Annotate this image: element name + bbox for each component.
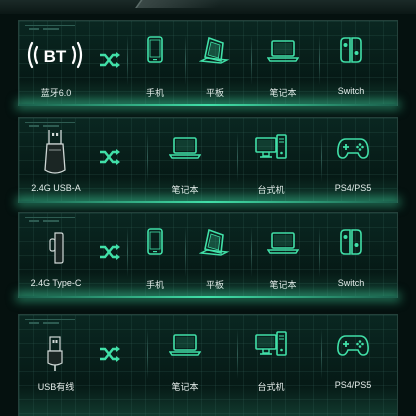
divider — [147, 132, 148, 182]
connection-card-bluetooth: BT 蓝牙6.0 手机 平板 笔记本 Switch — [18, 20, 398, 106]
source-bluetooth: BT 蓝牙6.0 — [19, 21, 93, 107]
device-label: 手机 — [145, 88, 164, 98]
device-label: 平板 — [205, 88, 224, 98]
device-laptop: 笔记本 — [155, 315, 215, 401]
device-laptop: 笔记本 — [253, 21, 313, 107]
switch-console-icon — [335, 35, 367, 65]
device-label: 笔记本 — [171, 185, 199, 195]
bluetooth-5-icon: BT — [27, 33, 83, 77]
source-label: 蓝牙6.0 — [40, 88, 72, 98]
device-label: 手机 — [145, 280, 164, 290]
device-switch: Switch — [321, 21, 381, 107]
device-label: 平板 — [205, 280, 224, 290]
source-usb-a: 2.4G USB-A — [19, 118, 93, 204]
tablet-icon — [199, 227, 231, 257]
source-usb-wired: USB有线 — [19, 315, 93, 401]
laptop-icon — [267, 35, 299, 65]
device-gamepad: PS4/PS5 — [323, 315, 383, 401]
divider — [319, 227, 320, 277]
connection-card-usb-a: 2.4G USB-A 笔记本 台式机 PS4/PS5 — [18, 117, 398, 203]
source-type-c: 2.4G Type-C — [19, 213, 93, 299]
top-decoration — [0, 0, 416, 14]
desktop-pc-icon — [255, 132, 287, 162]
divider — [251, 227, 252, 277]
type-c-receiver-icon — [27, 225, 83, 269]
connection-card-usb-wired: USB有线 笔记本 台式机 PS4/PS5 — [18, 314, 398, 416]
laptop-icon — [169, 329, 201, 359]
device-laptop: 笔记本 — [155, 118, 215, 204]
tablet-icon — [199, 35, 231, 65]
device-switch: Switch — [321, 213, 381, 299]
device-label: 笔记本 — [269, 88, 297, 98]
shuffle-icon — [99, 51, 121, 69]
glow-line — [19, 201, 397, 203]
device-label: 台式机 — [257, 382, 285, 392]
divider — [321, 329, 322, 379]
shuffle-icon — [99, 345, 121, 363]
phone-icon — [139, 35, 171, 65]
divider — [251, 35, 252, 85]
phone-icon — [139, 227, 171, 257]
device-phone: 手机 — [125, 21, 185, 107]
switch-console-icon — [335, 227, 367, 257]
connection-card-type-c: 2.4G Type-C 手机 平板 笔记本 Switch — [18, 212, 398, 298]
device-label: Switch — [337, 86, 365, 96]
glow-line — [19, 104, 397, 106]
shuffle-icon — [99, 148, 121, 166]
device-desktop: 台式机 — [241, 315, 301, 401]
device-label: 笔记本 — [171, 382, 199, 392]
divider — [237, 132, 238, 182]
source-label: USB有线 — [37, 382, 75, 392]
device-tablet: 平板 — [185, 213, 245, 299]
usb-cable-icon — [27, 327, 83, 371]
bt-text: BT — [44, 47, 67, 66]
device-label: PS4/PS5 — [334, 183, 372, 193]
source-label: 2.4G USB-A — [31, 183, 81, 193]
device-laptop: 笔记本 — [253, 213, 313, 299]
laptop-icon — [267, 227, 299, 257]
divider — [321, 132, 322, 182]
usb-a-receiver-icon — [27, 130, 83, 174]
gamepad-icon — [337, 132, 369, 162]
shuffle-icon — [99, 243, 121, 261]
glow-line — [19, 296, 397, 298]
divider — [147, 329, 148, 379]
gamepad-icon — [337, 329, 369, 359]
desktop-pc-icon — [255, 329, 287, 359]
source-label: 2.4G Type-C — [30, 278, 82, 288]
device-gamepad: PS4/PS5 — [323, 118, 383, 204]
device-label: 笔记本 — [269, 280, 297, 290]
divider — [319, 35, 320, 85]
device-desktop: 台式机 — [241, 118, 301, 204]
device-label: Switch — [337, 278, 365, 288]
device-tablet: 平板 — [185, 21, 245, 107]
device-label: PS4/PS5 — [334, 380, 372, 390]
device-label: 台式机 — [257, 185, 285, 195]
device-phone: 手机 — [125, 213, 185, 299]
laptop-icon — [169, 132, 201, 162]
divider — [237, 329, 238, 379]
